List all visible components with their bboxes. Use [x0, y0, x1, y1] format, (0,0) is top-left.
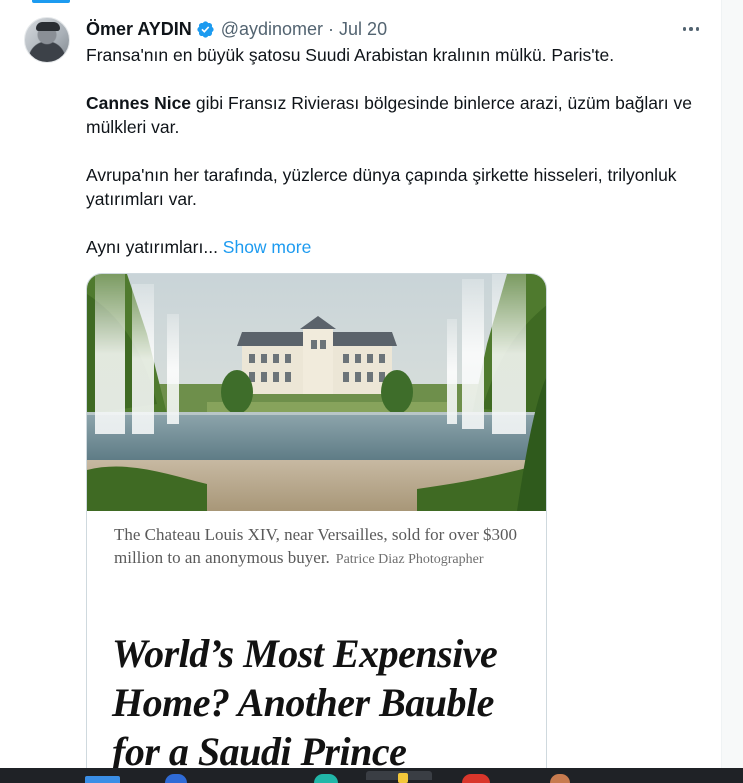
taskbar-app-icon[interactable]	[85, 776, 120, 783]
author-handle[interactable]: @aydinomer	[221, 19, 323, 40]
show-more-link[interactable]: Show more	[223, 237, 312, 257]
os-taskbar	[0, 768, 743, 783]
link-card[interactable]: The Chateau Louis XIV, near Versailles, …	[86, 273, 547, 783]
chateau-photo[interactable]	[87, 274, 547, 511]
para4-text: Aynı yatırımları...	[86, 237, 223, 257]
avatar[interactable]	[24, 17, 70, 63]
tweet-text-para3: Avrupa'nın her tarafında, yüzlerce dünya…	[86, 165, 677, 209]
tweet-date[interactable]: Jul 20	[339, 19, 387, 40]
taskbar-chrome-icon[interactable]	[462, 774, 490, 783]
taskbar-app-icon[interactable]	[314, 774, 338, 783]
caption-area: The Chateau Louis XIV, near Versailles, …	[87, 511, 546, 782]
tweet[interactable]: Ömer AYDIN @aydinomer · Jul 20 Fransa'nı…	[0, 0, 722, 783]
bold-phrase: Cannes Nice	[86, 93, 192, 113]
photo-caption: The Chateau Louis XIV, near Versailles, …	[114, 523, 524, 571]
tweet-header: Ömer AYDIN @aydinomer · Jul 20	[86, 17, 387, 41]
tweet-text-para2: Cannes Nice gibi Fransız Rivierası bölge…	[86, 91, 706, 139]
separator-dot: ·	[328, 18, 335, 39]
taskbar-explorer-icon[interactable]	[366, 771, 432, 783]
taskbar-app-icon[interactable]	[550, 774, 570, 783]
verified-badge-icon	[197, 20, 214, 38]
tweet-text-para4: Aynı yatırımları... Show more	[86, 235, 706, 259]
more-options-icon[interactable]	[676, 15, 706, 43]
photo-credit: Patrice Diaz Photographer	[335, 552, 484, 567]
taskbar-edge-icon[interactable]	[165, 774, 187, 783]
tweet-text-line1: Fransa'nın en büyük şatosu Suudi Arabist…	[86, 45, 615, 65]
article-headline[interactable]: World’s Most Expensive Home? Another Bau…	[112, 629, 532, 776]
author-name[interactable]: Ömer AYDIN	[86, 19, 192, 40]
